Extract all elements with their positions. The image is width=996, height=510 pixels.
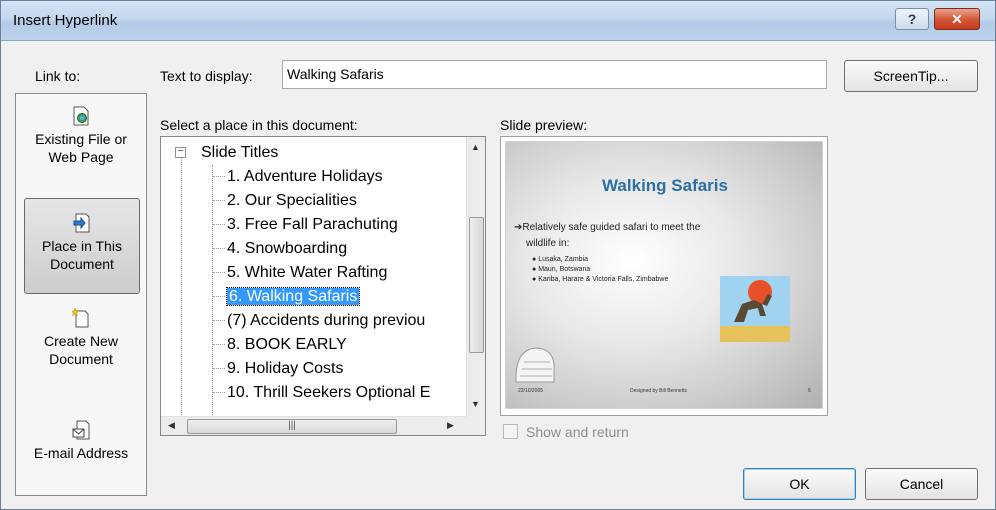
collapse-icon[interactable]: − <box>175 147 186 158</box>
slide-footer-author: Designed by Bill Bennetts <box>630 388 687 394</box>
safari-clipart <box>720 276 790 342</box>
slide-preview: Walking Safaris ➔Relatively safe guided … <box>500 136 828 416</box>
title-bar: Insert Hyperlink ? ✕ <box>1 1 995 41</box>
place-tree-content: − Slide Titles 1. Adventure Holidays 2. … <box>161 137 466 418</box>
slide-bullet-line1: Relatively safe guided safari to meet th… <box>522 222 701 233</box>
link-place-label-2: Document <box>50 256 114 272</box>
show-and-return-label: Show and return <box>526 424 629 440</box>
close-button[interactable]: ✕ <box>934 8 980 30</box>
email-icon <box>72 420 90 440</box>
tree-item-selected[interactable]: 6. Walking Safaris <box>213 285 361 308</box>
slide-sub-bullet: ● Maun, Botswana <box>532 266 591 273</box>
scroll-left-icon[interactable]: ◀ <box>168 420 175 431</box>
new-document-icon <box>72 308 89 328</box>
slide-thumbnail: Walking Safaris ➔Relatively safe guided … <box>505 141 823 409</box>
tree-item[interactable]: 9. Holiday Costs <box>213 357 344 380</box>
scroll-corner <box>466 416 485 435</box>
tree-item[interactable]: 2. Our Specialities <box>213 189 357 212</box>
horizontal-scroll-thumb[interactable]: ||| <box>187 419 397 434</box>
screentip-button[interactable]: ScreenTip... <box>844 60 978 92</box>
select-place-label: Select a place in this document: <box>160 117 358 133</box>
link-to-sidebar: Existing File or Web Page Place in This … <box>15 93 147 496</box>
scroll-right-icon[interactable]: ▶ <box>447 420 454 431</box>
link-create-new-document[interactable]: Create New Document <box>16 308 146 368</box>
tree-root-slide-titles[interactable]: Slide Titles <box>201 143 278 163</box>
document-place-icon <box>73 213 90 233</box>
slide-title: Walking Safaris <box>602 176 728 195</box>
tree-item[interactable]: 8. BOOK EARLY <box>213 333 347 356</box>
place-tree[interactable]: − Slide Titles 1. Adventure Holidays 2. … <box>160 136 486 436</box>
vertical-scroll-thumb[interactable] <box>469 217 484 353</box>
link-email-label: E-mail Address <box>33 445 129 461</box>
tree-item[interactable]: 4. Snowboarding <box>213 237 347 260</box>
tree-item[interactable]: (7) Accidents during previou <box>213 309 425 332</box>
insert-hyperlink-dialog: Insert Hyperlink ? ✕ Link to: Existing F… <box>0 0 996 510</box>
cancel-button[interactable]: Cancel <box>865 468 978 500</box>
slide-sub-bullet: ● Lusaka, Zambia <box>532 256 588 263</box>
tree-vertical-scrollbar[interactable]: ▲ ▼ <box>466 137 485 418</box>
link-existing-label-1: Existing File or <box>35 131 127 147</box>
scroll-up-icon[interactable]: ▲ <box>471 142 480 152</box>
text-to-display-label: Text to display: <box>160 68 253 84</box>
link-email-address[interactable]: E-mail Address <box>16 420 146 462</box>
slide-sub-bullet: ● Kariba, Harare & Victoria Falls, Zimba… <box>532 276 669 283</box>
tree-horizontal-scrollbar[interactable]: ◀ ||| ▶ <box>161 416 466 435</box>
tree-item[interactable]: 1. Adventure Holidays <box>213 165 383 188</box>
tree-item[interactable]: 10. Thrill Seekers Optional E <box>213 381 430 404</box>
help-button[interactable]: ? <box>895 8 929 30</box>
tree-connector <box>212 165 213 418</box>
slide-footer-page: 6 <box>808 388 811 394</box>
slide-footer-date: 22/10/2005 <box>518 388 544 394</box>
tree-item[interactable]: 5. White Water Rafting <box>213 261 387 284</box>
link-place-label-1: Place in This <box>42 238 122 254</box>
link-create-label-1: Create New <box>44 333 118 349</box>
link-create-label-2: Document <box>49 351 113 367</box>
link-existing-label-2: Web Page <box>48 149 114 165</box>
scroll-down-icon[interactable]: ▼ <box>471 399 480 409</box>
tree-item[interactable]: 3. Free Fall Parachuting <box>213 213 398 236</box>
show-and-return-checkbox[interactable] <box>503 424 518 439</box>
helmet-clipart <box>515 347 555 383</box>
link-existing-file-or-web-page[interactable]: Existing File or Web Page <box>16 106 146 166</box>
link-to-label: Link to: <box>35 68 81 84</box>
slide-bullet-line2: wildlife in: <box>526 238 570 249</box>
file-globe-icon <box>73 106 89 126</box>
dialog-title: Insert Hyperlink <box>13 12 118 29</box>
link-place-in-this-document[interactable]: Place in This Document <box>24 198 140 294</box>
ok-button[interactable]: OK <box>743 468 856 500</box>
slide-bullet: ➔Relatively safe guided safari to meet t… <box>514 222 701 233</box>
text-to-display-input[interactable]: Walking Safaris <box>282 60 827 89</box>
slide-preview-label: Slide preview: <box>500 117 588 133</box>
tree-connector <box>181 157 182 418</box>
